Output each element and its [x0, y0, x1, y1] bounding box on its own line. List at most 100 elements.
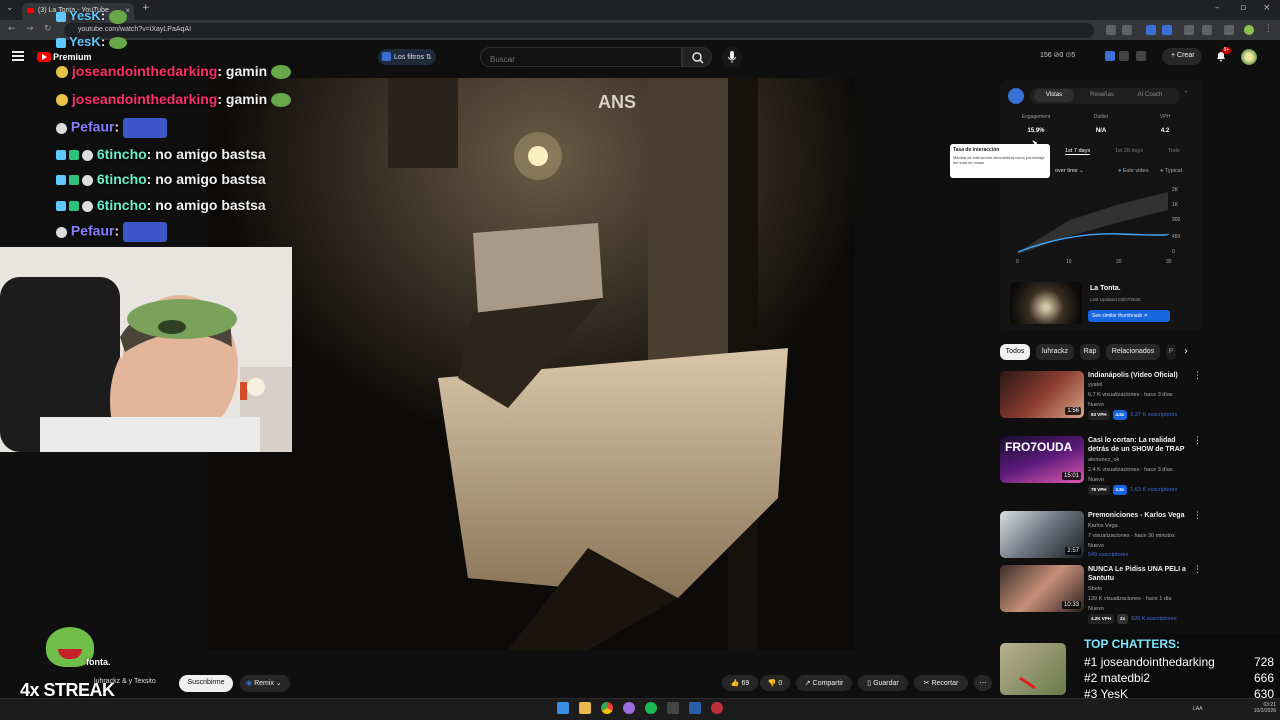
- share-label: Compartir: [812, 680, 844, 687]
- close-window-icon[interactable]: ×: [1263, 3, 1271, 13]
- more-actions-button[interactable]: ⋯: [974, 675, 992, 691]
- dislike-button[interactable]: 👎 0: [760, 675, 790, 691]
- rec-title[interactable]: Premoniciones - Karlos Vega: [1088, 511, 1188, 520]
- language-indicator[interactable]: LAA: [1193, 706, 1202, 712]
- over-time-dropdown[interactable]: over time ⌄: [1055, 168, 1084, 174]
- save-button[interactable]: ▯ Guardar: [858, 675, 908, 691]
- rec-menu-icon[interactable]: ⋮: [1193, 371, 1202, 381]
- app-icon[interactable]: [623, 702, 635, 714]
- video-thumbnail[interactable]: [1010, 282, 1082, 324]
- clip-button[interactable]: ✂ Recortar: [914, 675, 968, 691]
- rec-thumbnail[interactable]: 10:33: [1000, 565, 1084, 612]
- create-button[interactable]: + Crear: [1162, 48, 1202, 65]
- app-icon[interactable]: [667, 702, 679, 714]
- range-tab-28days[interactable]: 1st 28 days: [1115, 148, 1143, 154]
- subscribe-button[interactable]: Suscribirme: [179, 675, 233, 692]
- metric-value[interactable]: N/A: [1075, 128, 1127, 134]
- chip-todos[interactable]: Todos: [1000, 344, 1030, 360]
- rec-menu-icon[interactable]: ⋮: [1193, 436, 1202, 446]
- thumbnail-date: Last Updated 03/07/2026: [1090, 297, 1141, 302]
- extension-icon[interactable]: [1162, 25, 1172, 35]
- chip-luhrackz[interactable]: luhrackz: [1036, 344, 1074, 360]
- menu-icon[interactable]: [12, 51, 24, 61]
- browser-menu-icon[interactable]: ⋮: [1264, 24, 1273, 34]
- back-icon[interactable]: ←: [8, 24, 16, 34]
- like-button[interactable]: 👍 69: [722, 675, 758, 691]
- vidiq-extension-icon[interactable]: [1146, 25, 1156, 35]
- youtube-favicon-icon: [27, 8, 34, 13]
- bookmark-star-icon[interactable]: [1122, 25, 1132, 35]
- rec-thumbnail[interactable]: [1000, 643, 1066, 695]
- vidiq-header-icon[interactable]: [1105, 51, 1115, 61]
- start-icon[interactable]: [557, 702, 569, 714]
- rec-duration: 2:57: [1065, 547, 1081, 555]
- rec-title[interactable]: Casi lo cortan: La realidad detrás de un…: [1088, 436, 1188, 454]
- file-explorer-icon[interactable]: [579, 702, 591, 714]
- rec-title[interactable]: Indianápolis (Video Oficial): [1088, 371, 1188, 380]
- emoji-icon: [56, 122, 67, 134]
- youtube-logo-icon[interactable]: [37, 52, 51, 62]
- chat-user: Pefaur: [70, 118, 115, 135]
- list-icon[interactable]: [1119, 51, 1129, 61]
- vidiq-tab-vistas[interactable]: Vistas: [1034, 89, 1074, 102]
- collapse-chevron-icon[interactable]: ⌃: [1183, 90, 1189, 98]
- forward-icon[interactable]: →: [26, 24, 34, 34]
- obs-icon[interactable]: [711, 702, 723, 714]
- tab-search-icon[interactable]: ⌄: [6, 3, 14, 13]
- rec-thumbnail[interactable]: 2:57: [1000, 511, 1084, 558]
- chips-next-icon[interactable]: ›: [1184, 346, 1188, 357]
- minimize-icon[interactable]: –: [1215, 3, 1220, 13]
- rec-menu-icon[interactable]: ⋮: [1193, 565, 1202, 575]
- filters-label: Los filtros: [394, 54, 424, 61]
- chat-message: gamin: [225, 63, 268, 79]
- reload-icon[interactable]: ↻: [44, 24, 52, 34]
- profile-icon[interactable]: [1244, 25, 1254, 35]
- rec-channel[interactable]: alenunez_ok: [1088, 455, 1198, 465]
- chip-partial[interactable]: P: [1166, 344, 1176, 360]
- chrome-icon[interactable]: [601, 702, 613, 714]
- chip-relacionados[interactable]: Relacionados: [1106, 344, 1160, 360]
- chat-line: joseandointhedarking: gamin: [56, 63, 292, 83]
- search-button[interactable]: [682, 47, 712, 67]
- sidebar-icon[interactable]: [1184, 25, 1194, 35]
- share-button[interactable]: ↗ Compartir: [796, 675, 852, 691]
- rec-thumbnail[interactable]: 1:56: [1000, 371, 1084, 418]
- rec-channel[interactable]: Sbelo: [1088, 584, 1198, 594]
- rec-menu-icon[interactable]: ⋮: [1193, 511, 1202, 521]
- rec-vidiq-stats: 4.2K VPH 2x 926 K suscriptores: [1088, 614, 1198, 624]
- rec-channel[interactable]: Karlos Vega: [1088, 521, 1198, 531]
- chat-line: 6tincho: no amigo bastsa: [56, 171, 266, 191]
- vidiq-logo-icon[interactable]: [1008, 88, 1024, 104]
- filters-button[interactable]: Los filtros ⇅: [378, 49, 436, 65]
- channel-line[interactable]: luhrackz & y Texsito: [94, 678, 156, 685]
- voice-search-button[interactable]: [722, 47, 742, 67]
- subs-label: 2,37 K suscriptores: [1130, 412, 1178, 418]
- chip-rap[interactable]: Rap: [1080, 344, 1100, 360]
- steam-icon[interactable]: [689, 702, 701, 714]
- range-tab-7days[interactable]: 1st 7 days: [1065, 148, 1091, 155]
- search-input[interactable]: [480, 47, 682, 67]
- chat-line: 6tincho: no amigo bastsa: [56, 146, 266, 166]
- rec-channel[interactable]: yyatel: [1088, 380, 1198, 390]
- rec-title[interactable]: NUNCA Le Pidiss UNA PELI a Santutu: [1088, 565, 1188, 583]
- vidiq-tab-resenas[interactable]: Reseñas: [1082, 89, 1122, 102]
- chat-user: Pefaur: [70, 222, 115, 239]
- metric-value[interactable]: 4.2: [1139, 128, 1191, 134]
- spotify-icon[interactable]: [645, 702, 657, 714]
- chatter-name: joseandointhedarking: [1100, 655, 1215, 669]
- download-icon[interactable]: [1224, 25, 1234, 35]
- vidiq-brand-label: vidIQ: [1033, 172, 1046, 178]
- trophy-icon[interactable]: [1136, 51, 1146, 61]
- maximize-icon[interactable]: ▫: [1240, 3, 1246, 13]
- account-avatar[interactable]: [1241, 49, 1257, 65]
- scissors-icon: ✂: [923, 680, 930, 687]
- similar-thumbnails-button[interactable]: See similar thumbnails ✕: [1088, 310, 1170, 322]
- cast-icon[interactable]: [1106, 25, 1116, 35]
- rec-thumbnail[interactable]: FRO7OUDA 15:01: [1000, 436, 1084, 483]
- extensions-puzzle-icon[interactable]: [1202, 25, 1212, 35]
- range-tab-all[interactable]: Todo: [1168, 148, 1180, 154]
- clock[interactable]: 03:21 10/2/2026: [1240, 702, 1276, 714]
- metric-value[interactable]: 15.9%: [1010, 128, 1062, 134]
- remix-button[interactable]: ◉ Remix ⌄: [240, 675, 290, 692]
- vidiq-tab-ai-coach[interactable]: AI Coach: [1128, 89, 1172, 102]
